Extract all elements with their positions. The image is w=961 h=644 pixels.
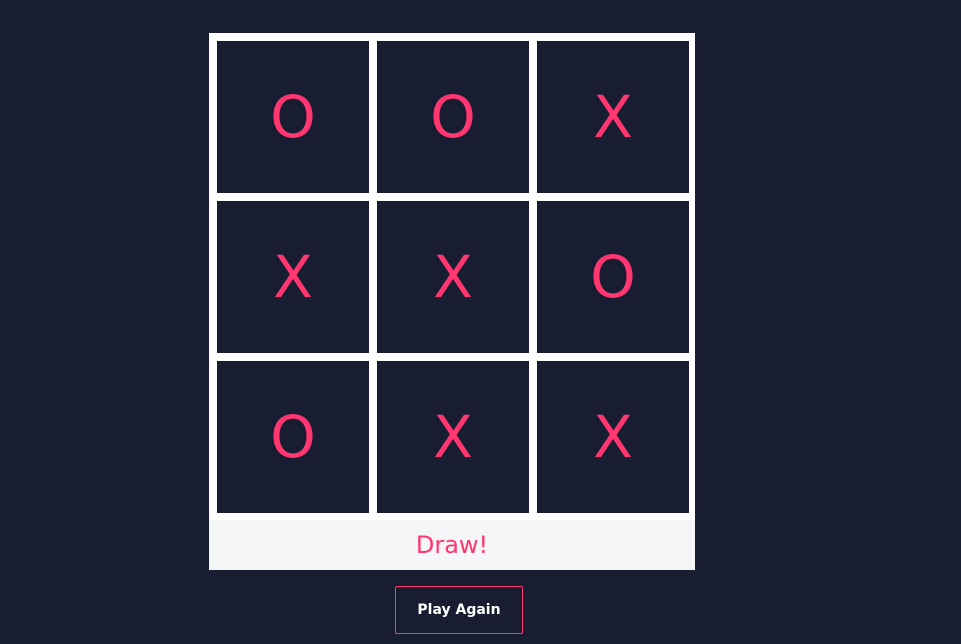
board-cell-2[interactable]: O xyxy=(377,41,529,193)
board-cell-5[interactable]: X xyxy=(377,201,529,353)
board-cell-4[interactable]: X xyxy=(217,201,369,353)
board-cell-8[interactable]: X xyxy=(377,361,529,513)
board-cell-9[interactable]: X xyxy=(537,361,689,513)
game-status-text: Draw! xyxy=(415,531,489,559)
game-container: O O X X X O O X X Draw! xyxy=(209,33,695,570)
game-page: O O X X X O O X X Draw! Play Again xyxy=(0,0,961,644)
board-cell-1[interactable]: O xyxy=(217,41,369,193)
play-again-button[interactable]: Play Again xyxy=(395,586,523,634)
board-cell-3[interactable]: X xyxy=(537,41,689,193)
status-bar: Draw! xyxy=(209,520,695,570)
tic-tac-toe-board: O O X X X O O X X xyxy=(209,33,695,520)
board-cell-6[interactable]: O xyxy=(537,201,689,353)
board-cell-7[interactable]: O xyxy=(217,361,369,513)
